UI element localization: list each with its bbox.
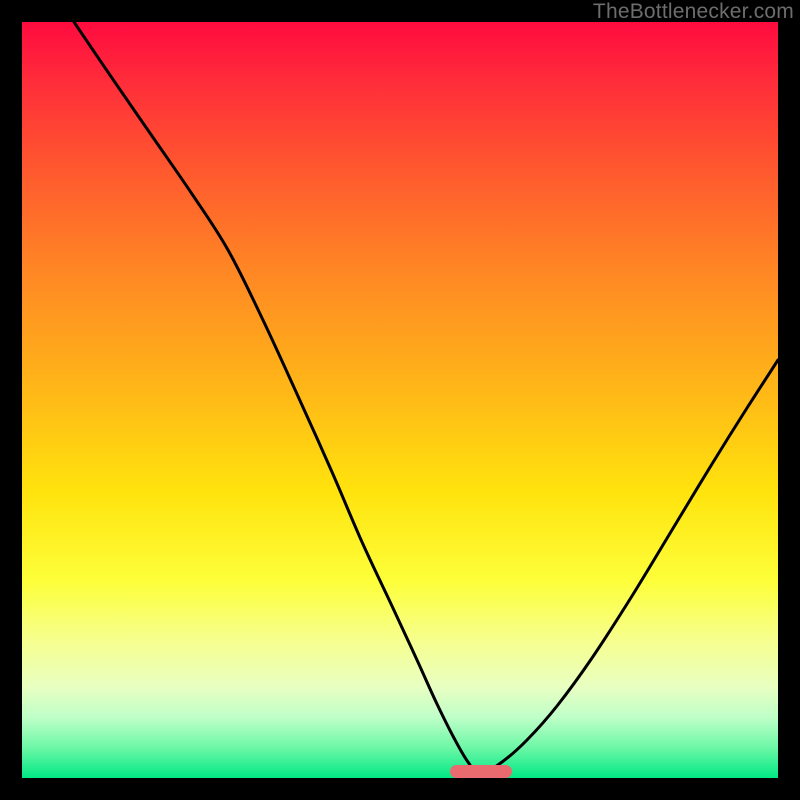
curve-layer xyxy=(22,22,778,778)
minimum-marker xyxy=(450,765,512,778)
plot-area xyxy=(22,22,778,778)
bottleneck-curve xyxy=(74,22,778,774)
chart-frame: TheBottlenecker.com xyxy=(0,0,800,800)
watermark-text: TheBottlenecker.com xyxy=(593,0,794,24)
